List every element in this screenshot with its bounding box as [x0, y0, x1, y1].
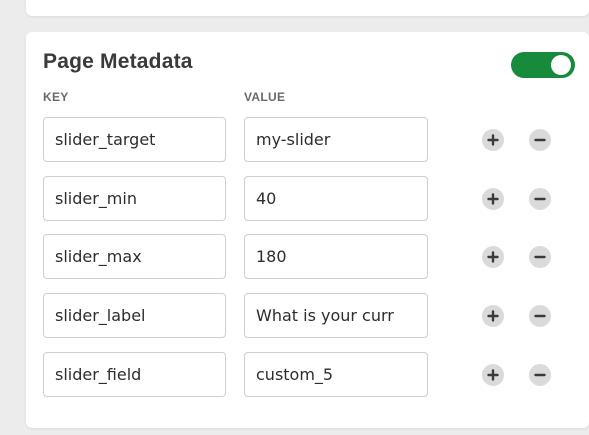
- key-input[interactable]: slider_target: [43, 117, 226, 162]
- value-input[interactable]: 180: [244, 234, 428, 279]
- key-input[interactable]: slider_label: [43, 293, 226, 338]
- add-row-button[interactable]: [482, 305, 504, 327]
- key-input[interactable]: slider_max: [43, 234, 226, 279]
- add-row-button[interactable]: [482, 364, 504, 386]
- value-column-header: VALUE: [244, 90, 286, 104]
- add-row-button[interactable]: [482, 188, 504, 210]
- metadata-row: slider_field custom_5: [26, 352, 589, 399]
- minus-icon: [534, 314, 546, 318]
- value-input[interactable]: 40: [244, 176, 428, 221]
- metadata-row: slider_max 180: [26, 234, 589, 281]
- metadata-row: slider_target my-slider: [26, 117, 589, 164]
- add-row-button[interactable]: [482, 246, 504, 268]
- page-metadata-toggle[interactable]: [511, 52, 575, 78]
- plus-icon: [487, 310, 499, 322]
- value-input[interactable]: What is your curr: [244, 293, 428, 338]
- metadata-row: slider_min 40: [26, 176, 589, 223]
- key-column-header: KEY: [43, 90, 69, 104]
- key-input[interactable]: slider_min: [43, 176, 226, 221]
- remove-row-button[interactable]: [529, 188, 551, 210]
- remove-row-button[interactable]: [529, 364, 551, 386]
- minus-icon: [534, 373, 546, 377]
- value-input[interactable]: custom_5: [244, 352, 428, 397]
- minus-icon: [534, 255, 546, 259]
- previous-section-card: [26, 0, 589, 16]
- page-metadata-panel: Page Metadata KEY VALUE slider_target my…: [26, 32, 589, 428]
- metadata-row: slider_label What is your curr: [26, 293, 589, 340]
- value-input[interactable]: my-slider: [244, 117, 428, 162]
- minus-icon: [534, 197, 546, 201]
- remove-row-button[interactable]: [529, 246, 551, 268]
- key-input[interactable]: slider_field: [43, 352, 226, 397]
- plus-icon: [487, 193, 499, 205]
- minus-icon: [534, 138, 546, 142]
- remove-row-button[interactable]: [529, 129, 551, 151]
- plus-icon: [487, 134, 499, 146]
- panel-title: Page Metadata: [43, 50, 193, 73]
- remove-row-button[interactable]: [529, 305, 551, 327]
- toggle-knob: [551, 55, 571, 75]
- plus-icon: [487, 251, 499, 263]
- add-row-button[interactable]: [482, 129, 504, 151]
- plus-icon: [487, 369, 499, 381]
